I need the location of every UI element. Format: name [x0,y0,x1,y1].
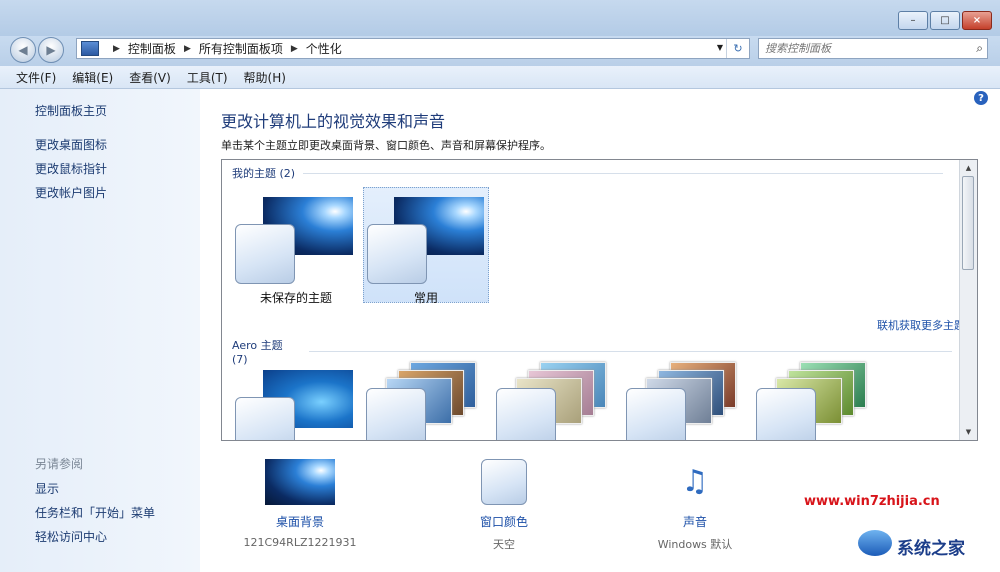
scroll-thumb[interactable] [962,176,974,270]
theme-unsaved[interactable]: 未保存的主题 [233,187,359,305]
desktop-background-setting[interactable]: 桌面背景 121C94RLZ1221931 [240,459,360,549]
watermark-brand: 系统之家 [897,539,965,559]
my-themes-label: 我的主题 (2) [232,167,296,180]
theme-window-preview [235,397,295,440]
theme-window-preview [235,224,295,284]
menu-help[interactable]: 帮助(H) [244,69,286,86]
window-color-setting[interactable]: 窗口颜色 天空 [454,459,554,552]
search-input[interactable] [759,41,957,56]
my-themes-group: 我的主题 (2) [232,165,952,181]
window-color-label[interactable]: 窗口颜色 [454,513,554,530]
scroll-up-icon[interactable]: ▲ [960,160,977,176]
breadcrumb-separator-icon: ▶ [113,43,120,54]
menu-view[interactable]: 查看(V) [129,69,171,86]
window-controls: – □ × [896,11,992,30]
refresh-button[interactable]: ↻ [726,39,749,58]
title-bar: – □ × [0,0,1000,36]
group-divider [303,172,944,174]
theme-windows7[interactable] [233,360,359,440]
page-title: 更改计算机上的视觉效果和声音 [221,112,446,131]
theme-list-scrollbar[interactable]: ▲ ▼ [959,160,977,440]
menu-edit[interactable]: 编辑(E) [72,69,113,86]
theme-nature[interactable] [756,358,866,440]
menu-file[interactable]: 文件(F) [16,69,56,86]
theme-common[interactable]: 常用 [363,187,489,305]
window-color-icon [481,459,527,505]
page-description: 单击某个主题立即更改桌面背景、窗口颜色、声音和屏幕保护程序。 [221,139,551,152]
group-divider [309,351,952,352]
sidebar-change-account-picture[interactable]: 更改帐户图片 [35,184,107,201]
menu-tools[interactable]: 工具(T) [187,69,228,86]
breadcrumb-personalization[interactable]: 个性化 [306,40,342,57]
sound-label[interactable]: 声音 [640,513,750,530]
close-button[interactable]: × [962,11,992,30]
desktop-background-icon [265,459,335,505]
get-more-themes-link[interactable]: 联机获取更多主题 [877,317,965,333]
breadcrumb-all-items[interactable]: 所有控制面板项 [199,40,283,57]
breadcrumb-control-panel[interactable]: 控制面板 [128,40,176,57]
sound-icon: ♫ [681,464,709,499]
menu-bar: 文件(F) 编辑(E) 查看(V) 工具(T) 帮助(H) [0,66,1000,89]
navigation-bar: ◀ ▶ ▶ 控制面板 ▶ 所有控制面板项 ▶ 个性化 ▼ ↻ ⌕ [0,36,1000,66]
theme-characters[interactable] [496,358,606,440]
maximize-button[interactable]: □ [930,11,960,30]
sound-setting[interactable]: ♫ 声音 Windows 默认 [640,459,750,552]
window-color-value: 天空 [493,538,515,551]
sound-value: Windows 默认 [657,538,733,551]
theme-list: 我的主题 (2) 未保存的主题 常用 联机获取更多主题 Aero 主题 (7) [221,159,978,441]
sidebar: 控制面板主页 更改桌面图标 更改鼠标指针 更改帐户图片 另请参阅 显示 任务栏和… [0,89,200,572]
desktop-background-label[interactable]: 桌面背景 [240,513,360,530]
breadcrumb-separator-icon: ▶ [183,43,191,54]
search-box: ⌕ [758,38,988,59]
sidebar-taskbar-start-menu[interactable]: 任务栏和「开始」菜单 [35,504,155,521]
sidebar-change-desktop-icons[interactable]: 更改桌面图标 [35,136,107,153]
theme-architecture[interactable] [366,358,476,440]
watermark-logo-icon [858,530,892,556]
sidebar-change-mouse-pointer[interactable]: 更改鼠标指针 [35,160,107,177]
minimize-button[interactable]: – [898,11,928,30]
desktop-background-value: 121C94RLZ1221931 [243,536,357,549]
sidebar-ease-of-access[interactable]: 轻松访问中心 [35,528,107,545]
back-button[interactable]: ◀ [10,37,36,63]
forward-button[interactable]: ▶ [38,37,64,63]
theme-window-preview [367,224,427,284]
address-dropdown-icon[interactable]: ▼ [717,43,723,52]
scroll-down-icon[interactable]: ▼ [960,424,977,440]
control-panel-icon [81,41,99,56]
theme-name: 常用 [413,291,438,305]
sidebar-display[interactable]: 显示 [35,480,59,497]
address-bar[interactable]: ▶ 控制面板 ▶ 所有控制面板项 ▶ 个性化 ▼ ↻ [76,38,750,59]
theme-name: 未保存的主题 [259,291,332,305]
search-icon[interactable]: ⌕ [976,41,983,56]
breadcrumb-separator-icon: ▶ [290,43,298,54]
see-also-heading: 另请参阅 [35,457,84,471]
watermark-url: www.win7zhijia.cn [804,494,940,509]
theme-landscapes[interactable] [626,358,736,440]
sidebar-control-panel-home[interactable]: 控制面板主页 [35,102,107,119]
help-icon[interactable]: ? [974,91,988,105]
